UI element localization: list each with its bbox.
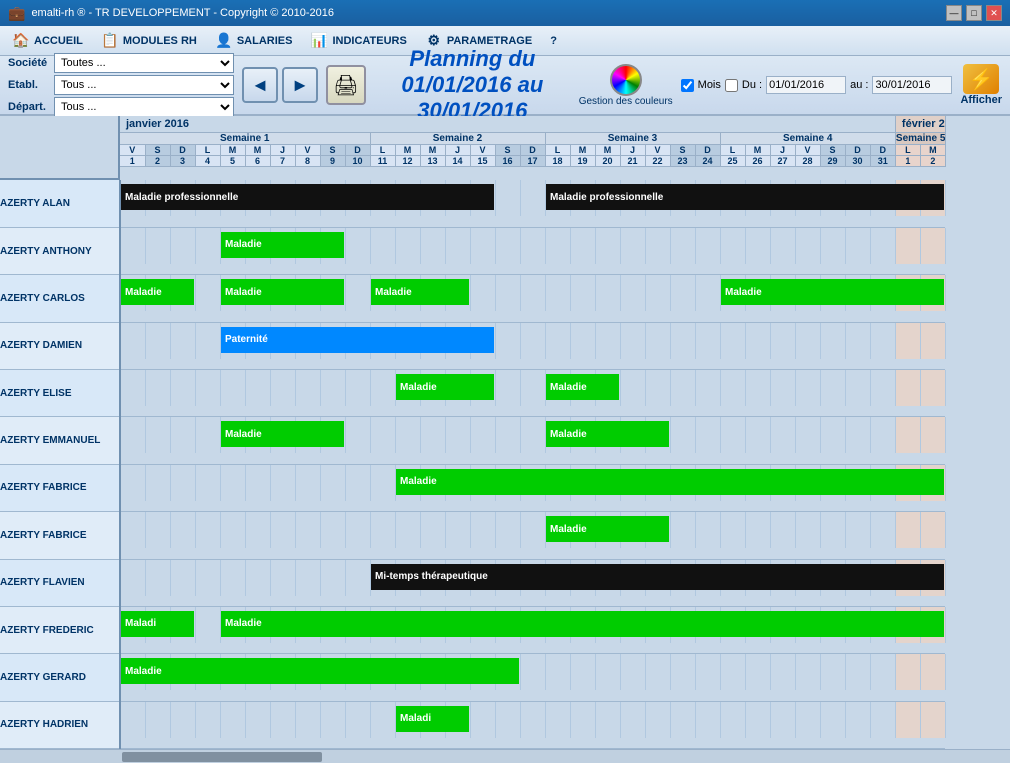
accueil-icon: 🏠	[12, 32, 30, 50]
maximize-button[interactable]: □	[966, 5, 982, 21]
date-from-input[interactable]	[766, 76, 846, 94]
depart-select[interactable]: Tous ...	[54, 97, 234, 117]
du-label: Du :	[742, 79, 762, 91]
au-label: au :	[850, 79, 868, 91]
date-to-input[interactable]	[872, 76, 952, 94]
table-row: AZERTY EMMANUELMaladieMaladie	[0, 417, 945, 464]
toolbar: Société Toutes ... Etabl. Tous ... Dépar…	[0, 56, 1010, 116]
employee-name: AZERTY GERARD	[0, 654, 120, 701]
color-wheel-icon	[610, 64, 642, 96]
afficher-label: Afficher	[960, 94, 1002, 106]
menu-modules-rh[interactable]: 📋 MODULES RH	[93, 28, 205, 54]
depart-field: Départ. Tous ...	[8, 97, 234, 117]
window-title: emalti-rh ® - TR DEVELOPPEMENT - Copyrig…	[31, 7, 334, 19]
employee-timeline: MaladieMaladie	[120, 370, 945, 417]
table-row: AZERTY GERARDMaladie	[0, 654, 945, 701]
depart-label: Départ.	[8, 101, 50, 113]
menu-salaries[interactable]: 👤 SALARIES	[207, 28, 301, 54]
table-row: AZERTY FABRICEMaladie	[0, 464, 945, 511]
du-checkbox[interactable]	[725, 79, 738, 92]
indicateurs-icon: 📊	[310, 32, 328, 50]
employee-name: AZERTY FABRICE	[0, 464, 120, 511]
print-button-area: 🖨	[326, 65, 366, 105]
employee-name: AZERTY ALAN	[0, 180, 120, 227]
employee-name: AZERTY CARLOS	[0, 275, 120, 322]
planning-title-area: Planning du 01/01/2016 au 30/01/2016	[374, 46, 571, 124]
employee-name: AZERTY ELISE	[0, 370, 120, 417]
minimize-button[interactable]: —	[946, 5, 962, 21]
societe-label: Société	[8, 57, 50, 69]
etabl-field: Etabl. Tous ...	[8, 75, 234, 95]
employee-name: AZERTY HADRIEN	[0, 701, 120, 748]
window-controls: — □ ✕	[946, 5, 1002, 21]
employee-name: AZERTY FABRICE	[0, 512, 120, 559]
table-row: AZERTY FABRICEMaladie	[0, 512, 945, 559]
employee-timeline: Maladi	[120, 701, 945, 748]
employee-name: AZERTY FREDERIC	[0, 606, 120, 653]
color-management-label: Gestion des couleurs	[579, 96, 673, 107]
print-button[interactable]: 🖨	[326, 65, 366, 105]
modules-rh-icon: 📋	[101, 32, 119, 50]
table-row: AZERTY DAMIENPaternité	[0, 322, 945, 369]
employee-name: AZERTY ANTHONY	[0, 227, 120, 274]
employee-name: AZERTY FLAVIEN	[0, 559, 120, 606]
employee-timeline: MaladiMaladie	[120, 606, 945, 653]
etabl-select[interactable]: Tous ...	[54, 75, 234, 95]
societe-field: Société Toutes ...	[8, 53, 234, 73]
app-window: 💼 emalti-rh ® - TR DEVELOPPEMENT - Copyr…	[0, 0, 1010, 763]
afficher-button[interactable]: ⚡ Afficher	[960, 64, 1002, 106]
employee-timeline: Mi-temps thérapeutique	[120, 559, 945, 606]
employee-timeline: Paternité	[120, 322, 945, 369]
table-row: AZERTY ANTHONYMaladie	[0, 227, 945, 274]
table-row: AZERTY CARLOSMaladieMaladieMaladieMaladi…	[0, 275, 945, 322]
calendar-grid: janvier 2016février 2016Semaine 1Semaine…	[0, 116, 1010, 749]
afficher-icon: ⚡	[963, 64, 999, 94]
employee-name: AZERTY EMMANUEL	[0, 417, 120, 464]
filter-fields: Société Toutes ... Etabl. Tous ... Dépar…	[8, 53, 234, 117]
employee-timeline: Maladie	[120, 464, 945, 511]
color-management-button[interactable]: Gestion des couleurs	[579, 64, 673, 107]
mois-label: Mois	[698, 79, 721, 91]
salaries-icon: 👤	[215, 32, 233, 50]
menu-accueil[interactable]: 🏠 ACCUEIL	[4, 28, 91, 54]
employee-timeline: Maladie professionnelleMaladie professio…	[120, 180, 945, 227]
prev-button[interactable]: ◄	[242, 67, 278, 103]
title-bar: 💼 emalti-rh ® - TR DEVELOPPEMENT - Copyr…	[0, 0, 1010, 26]
mois-checkbox[interactable]	[681, 79, 694, 92]
scrollbar-thumb[interactable]	[122, 752, 322, 762]
etabl-label: Etabl.	[8, 79, 50, 91]
date-filter: Mois Du : au :	[681, 76, 953, 94]
nav-buttons: ◄ ►	[242, 67, 318, 103]
employee-timeline: Maladie	[120, 227, 945, 274]
calendar-body-table: AZERTY ALANMaladie professionnelleMaladi…	[0, 180, 945, 749]
employee-timeline: MaladieMaladie	[120, 417, 945, 464]
next-button[interactable]: ►	[282, 67, 318, 103]
calendar-area: janvier 2016février 2016Semaine 1Semaine…	[0, 116, 1010, 763]
table-row: AZERTY ELISEMaladieMaladie	[0, 370, 945, 417]
horizontal-scrollbar[interactable]	[0, 749, 1010, 763]
calendar-header-table: janvier 2016février 2016Semaine 1Semaine…	[120, 116, 946, 167]
table-row: AZERTY FREDERICMaladiMaladie	[0, 606, 945, 653]
planning-title: Planning du 01/01/2016 au 30/01/2016	[401, 46, 543, 123]
employee-name: AZERTY DAMIEN	[0, 322, 120, 369]
table-row: AZERTY HADRIENMaladi	[0, 701, 945, 748]
table-row: AZERTY FLAVIENMi-temps thérapeutique	[0, 559, 945, 606]
employee-timeline: Maladie	[120, 654, 945, 701]
societe-select[interactable]: Toutes ...	[54, 53, 234, 73]
employee-timeline: Maladie	[120, 512, 945, 559]
close-button[interactable]: ✕	[986, 5, 1002, 21]
table-row: AZERTY ALANMaladie professionnelleMaladi…	[0, 180, 945, 227]
employee-timeline: MaladieMaladieMaladieMaladie	[120, 275, 945, 322]
